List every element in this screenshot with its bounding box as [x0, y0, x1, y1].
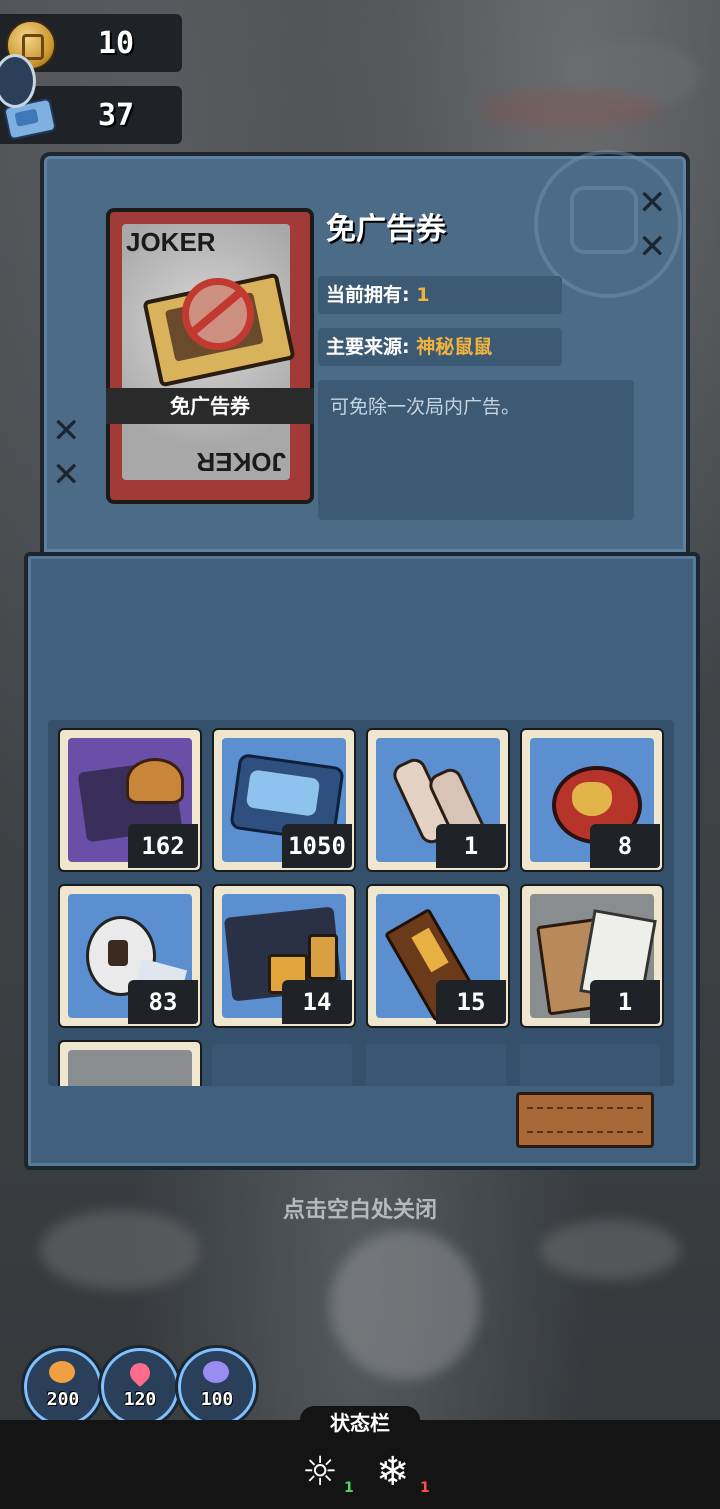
toilet-paper-core	[108, 940, 128, 966]
inventory-slot-cat-badge-can[interactable]: 8	[520, 728, 664, 872]
heart-icon	[125, 1358, 155, 1388]
item-card: JOKER JOKER 免广告券	[106, 208, 314, 504]
sun-icon[interactable]: ☼	[302, 1452, 338, 1492]
coin-count: 10	[97, 25, 135, 61]
card-label: 免广告券	[106, 388, 314, 424]
snowflake-level: 1	[420, 1480, 430, 1496]
owned-value: 1	[416, 284, 430, 306]
inventory-slot-fast-food-bag[interactable]: 162	[58, 728, 202, 872]
item-count: 1050	[282, 824, 352, 868]
burger-icon	[126, 758, 184, 804]
snowflake-icon[interactable]: ❄	[376, 1452, 410, 1492]
item-count: 14	[282, 980, 352, 1024]
inventory-slot-food-tray-bag[interactable]: 14	[212, 884, 356, 1028]
item-title: 免广告券	[326, 212, 446, 247]
item-description: 可免除一次局内广告。	[318, 380, 634, 520]
card-corner-text: JOKER	[126, 227, 216, 257]
inventory-slot-empty	[212, 1044, 352, 1086]
card-face: JOKER JOKER	[122, 224, 296, 480]
inventory-slot-bandage-rolls[interactable]: 1	[366, 728, 510, 872]
food-icon	[49, 1361, 75, 1383]
item-count: 1	[590, 980, 660, 1024]
inventory-slot-document-envelope[interactable]: 1	[520, 884, 664, 1028]
item-count: 83	[128, 980, 198, 1024]
stat-sanity[interactable]: 100	[178, 1348, 256, 1426]
stat-value: 200	[46, 1389, 80, 1410]
close-hint: 点击空白处关闭	[282, 1198, 437, 1223]
item-count: 1	[436, 824, 506, 868]
cup-icon	[308, 934, 338, 980]
wooden-plank-button[interactable]	[516, 1092, 654, 1148]
inventory-slot-empty	[366, 1044, 506, 1086]
item-count: 162	[128, 824, 198, 868]
item-count: 15	[436, 980, 506, 1024]
stat-value: 100	[200, 1389, 234, 1410]
owned-label: 当前拥有:	[326, 284, 410, 306]
stat-health[interactable]: 120	[101, 1348, 179, 1426]
stitch-mark-icon: ✕	[52, 411, 81, 451]
sun-level: 1	[344, 1480, 354, 1496]
source-value: 神秘鼠鼠	[416, 336, 493, 358]
inventory-slot-partial[interactable]	[58, 1040, 202, 1086]
inventory-slot-empty	[520, 1044, 660, 1086]
inventory-slot-blue-packet[interactable]: 1050	[212, 728, 356, 872]
cat-face-icon	[572, 782, 612, 816]
inventory-grid[interactable]: 162 1050 1 8 83 14 15 1	[48, 720, 674, 1086]
item-count: 8	[590, 824, 660, 868]
source-label: 主要来源:	[326, 336, 410, 358]
brain-icon	[203, 1361, 229, 1383]
inventory-slot-chocolate-bar[interactable]: 15	[366, 884, 510, 1028]
stat-hunger[interactable]: 200	[24, 1348, 102, 1426]
stitch-mark-icon: ✕	[638, 227, 667, 267]
owned-row: 当前拥有: 1	[318, 276, 562, 314]
no-ads-icon	[182, 278, 254, 350]
ticket-count: 37	[97, 97, 135, 133]
stitch-mark-icon: ✕	[52, 455, 81, 495]
stitch-mark-icon: ✕	[638, 183, 667, 223]
card-corner-text-rotated: JOKER	[196, 447, 286, 477]
source-row: 主要来源: 神秘鼠鼠	[318, 328, 562, 366]
slot-background	[68, 1050, 192, 1086]
stat-value: 120	[123, 1389, 157, 1410]
status-bar-tab[interactable]: 状态栏	[300, 1406, 420, 1440]
inventory-slot-toilet-paper[interactable]: 83	[58, 884, 202, 1028]
